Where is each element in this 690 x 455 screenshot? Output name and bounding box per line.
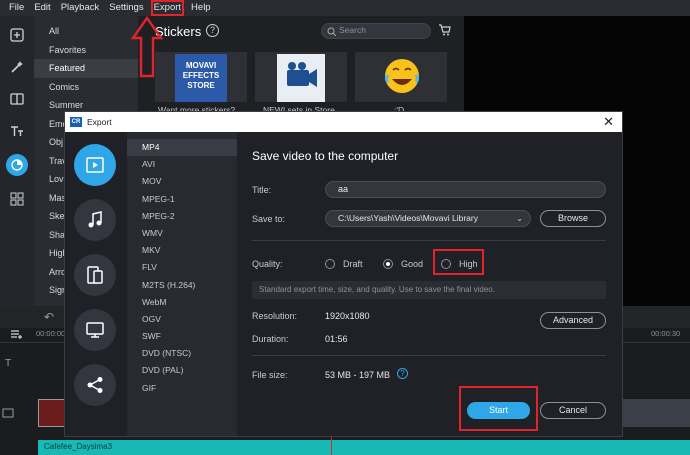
duration-label: Duration:	[252, 334, 289, 344]
magic-wand-icon[interactable]	[6, 56, 28, 78]
video-file-icon[interactable]	[74, 144, 116, 186]
text-track-icon: T	[5, 358, 12, 369]
resolution-value: 1920x1080	[325, 311, 370, 321]
menu-help[interactable]: Help	[186, 0, 216, 16]
filesize-label: File size:	[252, 370, 288, 380]
laughing-emoji-icon	[385, 59, 419, 93]
red-arrow-annotation	[130, 16, 164, 78]
camera-sticker-art	[277, 54, 325, 102]
menu-file[interactable]: File	[4, 0, 29, 16]
devices-icon[interactable]	[74, 254, 116, 296]
save-path-value: C:\Users\Yash\Videos\Movavi Library	[338, 213, 478, 223]
category-item[interactable]: Favorites	[34, 41, 138, 60]
app-logo-icon: CR	[70, 117, 82, 127]
format-item[interactable]: AVI	[127, 156, 237, 173]
filesize-value: 53 MB - 197 MB	[325, 370, 391, 380]
divider	[252, 355, 606, 356]
format-item[interactable]: OGV	[127, 311, 237, 328]
export-destination-sidebar	[65, 132, 127, 436]
sticker-tile[interactable]	[355, 52, 447, 102]
cart-icon[interactable]	[438, 24, 451, 36]
chevron-down-icon: ⌄	[516, 214, 523, 223]
quality-label: Quality:	[252, 259, 283, 269]
format-item[interactable]: MPEG-2	[127, 208, 237, 225]
search-placeholder: Search	[339, 25, 366, 35]
titles-icon[interactable]	[6, 120, 28, 142]
category-item[interactable]: All	[34, 22, 138, 41]
title-label: Title:	[252, 185, 272, 195]
quality-hint-box: Standard export time, size, and quality.…	[252, 281, 606, 299]
import-icon[interactable]	[6, 24, 28, 46]
sticker-tile[interactable]: MOVAVI EFFECTS STORE	[155, 52, 247, 102]
category-item[interactable]: Comics	[34, 78, 138, 97]
menu-edit[interactable]: Edit	[29, 0, 55, 16]
info-icon[interactable]: ?	[397, 368, 408, 379]
menu-bar: File Edit Playback Settings Export Help	[0, 0, 690, 16]
dialog-title: Export	[87, 117, 112, 127]
format-item[interactable]: WebM	[127, 294, 237, 311]
audio-clip[interactable]: Cafefee_Daysima3	[38, 440, 690, 455]
divider	[252, 240, 606, 241]
cancel-button[interactable]: Cancel	[540, 402, 606, 419]
format-item[interactable]: M2TS (H.264)	[127, 277, 237, 294]
quality-draft-label: Draft	[343, 259, 363, 269]
quality-good-radio[interactable]	[383, 259, 393, 269]
timeline-time-end: 00:00:30	[651, 329, 681, 338]
undo-icon[interactable]: ↶	[44, 310, 54, 324]
format-item[interactable]: FLV	[127, 259, 237, 276]
dialog-heading: Save video to the computer	[252, 149, 399, 163]
high-quality-highlight	[433, 249, 484, 275]
menu-settings[interactable]: Settings	[104, 0, 148, 16]
category-item[interactable]: Featured	[34, 59, 138, 78]
menu-export[interactable]: Export	[150, 0, 185, 16]
video-clip-thumbnail[interactable]	[38, 399, 66, 427]
stickers-panel: Stickers ? Search MOVAVI EFFECTS STORE W…	[138, 16, 464, 116]
video-track-icon	[2, 408, 14, 418]
start-button-highlight	[459, 386, 538, 431]
timeline-time-start: 00:00:00	[36, 329, 66, 338]
format-item[interactable]: MP4	[127, 139, 237, 157]
video-clip[interactable]	[623, 399, 690, 427]
format-item[interactable]: GIF	[127, 380, 237, 397]
format-item[interactable]: DVD (NTSC)	[127, 345, 237, 362]
export-dialog: CR Export ✕ MP4 AVI MOV MPEG-1 MPEG-2 WM…	[64, 111, 623, 437]
export-settings-form: Save video to the computer Title: aa Sav…	[237, 132, 622, 436]
resolution-label: Resolution:	[252, 311, 298, 321]
share-icon[interactable]	[74, 364, 116, 406]
browse-button[interactable]: Browse	[540, 210, 606, 227]
quality-draft-radio[interactable]	[325, 259, 335, 269]
title-input[interactable]: aa	[325, 181, 606, 198]
sticker-tile[interactable]	[255, 52, 347, 102]
save-path-select[interactable]: C:\Users\Yash\Videos\Movavi Library ⌄	[325, 210, 531, 227]
quality-hint: Standard export time, size, and quality.…	[259, 285, 495, 294]
menu-playback[interactable]: Playback	[56, 0, 105, 16]
tv-icon[interactable]	[74, 309, 116, 351]
format-item[interactable]: MKV	[127, 242, 237, 259]
format-item[interactable]: SWF	[127, 328, 237, 345]
help-icon[interactable]: ?	[206, 24, 219, 37]
music-note-icon[interactable]	[74, 199, 116, 241]
more-tools-icon[interactable]	[6, 188, 28, 210]
effects-store-art: MOVAVI EFFECTS STORE	[175, 54, 227, 102]
save-to-label: Save to:	[252, 214, 286, 224]
close-icon[interactable]: ✕	[603, 114, 614, 130]
format-item[interactable]: WMV	[127, 225, 237, 242]
format-item[interactable]: MPEG-1	[127, 191, 237, 208]
quality-good-label: Good	[401, 259, 424, 269]
transitions-icon[interactable]	[6, 88, 28, 110]
duration-value: 01:56	[325, 334, 348, 344]
format-item[interactable]: DVD (PAL)	[127, 362, 237, 379]
audio-clip-label: Cafefee_Daysima3	[44, 442, 113, 451]
advanced-button[interactable]: Advanced	[540, 312, 606, 329]
format-item[interactable]: MOV	[127, 173, 237, 190]
dialog-titlebar: CR Export ✕	[65, 112, 622, 132]
playhead[interactable]	[331, 434, 332, 455]
stickers-icon[interactable]	[6, 154, 28, 176]
format-list: MP4 AVI MOV MPEG-1 MPEG-2 WMV MKV FLV M2…	[127, 132, 237, 436]
add-track-icon[interactable]	[10, 328, 24, 340]
search-input[interactable]: Search	[321, 23, 431, 39]
left-toolbar	[0, 16, 34, 306]
